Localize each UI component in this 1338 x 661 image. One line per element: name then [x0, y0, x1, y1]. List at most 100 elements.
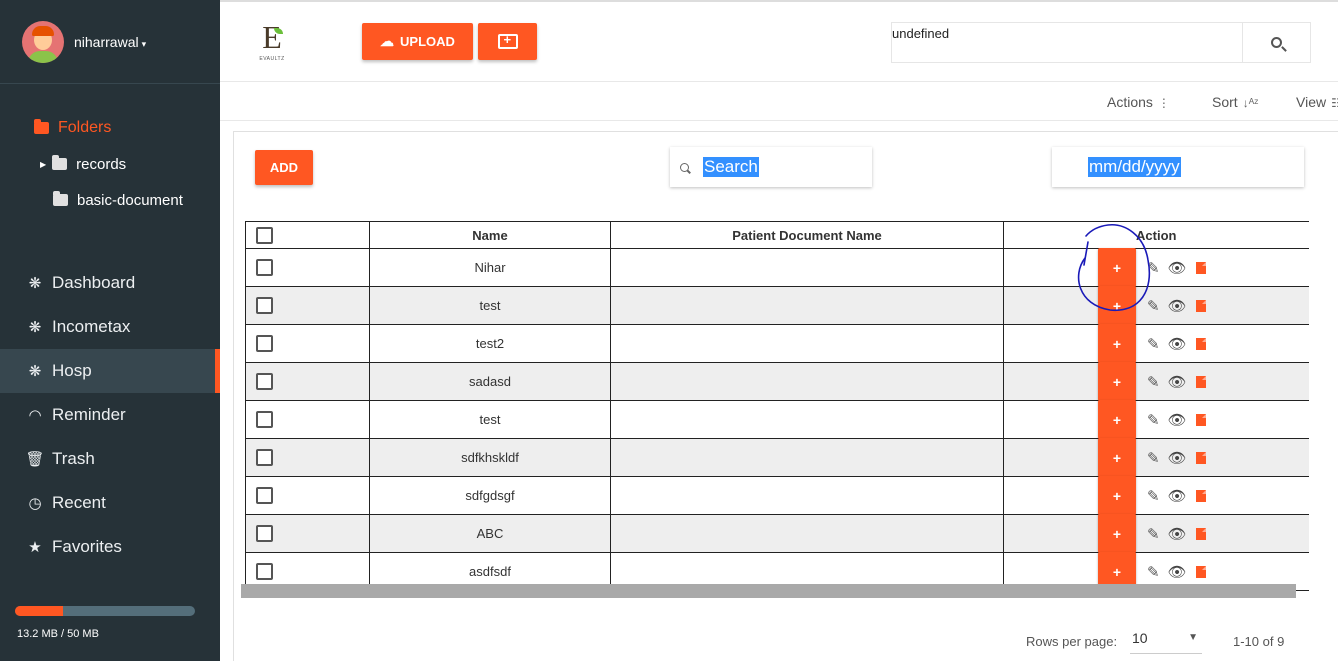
pdf-file-icon[interactable] [1195, 261, 1206, 274]
rows-per-page-select[interactable]: 10 ▼ [1130, 630, 1202, 654]
sidebar-item-hosp[interactable]: ❋ Hosp [0, 349, 220, 393]
edit-icon[interactable]: ✎ [1147, 259, 1160, 277]
pdf-file-icon[interactable] [1195, 337, 1206, 350]
upload-button[interactable]: ☁ UPLOAD [362, 23, 473, 60]
column-header-patient-document-name[interactable]: Patient Document Name [610, 221, 1004, 249]
sidebar-item-dashboard[interactable]: ❋ Dashboard [0, 261, 220, 305]
folder-icon [53, 191, 68, 206]
pdf-file-icon[interactable] [1195, 565, 1206, 578]
action-cell: + ✎ 👁 [1003, 514, 1309, 553]
view-icon[interactable]: 👁 [1168, 525, 1187, 543]
sidebar-item-recent[interactable]: ◷ Recent [0, 481, 220, 525]
view-icon[interactable]: 👁 [1168, 487, 1187, 505]
edit-icon[interactable]: ✎ [1147, 335, 1160, 353]
pdf-file-icon[interactable] [1195, 299, 1206, 312]
name-cell: test [369, 286, 611, 325]
table-search-field[interactable]: Search [670, 147, 872, 187]
storage-usage: 13.2 MB / 50 MB [15, 606, 195, 640]
pdf-file-icon[interactable] [1195, 489, 1206, 502]
row-select-cell [245, 362, 370, 401]
table-row[interactable]: test + ✎ 👁 [245, 400, 1309, 439]
row-checkbox[interactable] [256, 297, 273, 315]
action-cell: + ✎ 👁 [1003, 438, 1309, 477]
edit-icon[interactable]: ✎ [1147, 373, 1160, 391]
name-cell: sdfkhskldf [369, 438, 611, 477]
name-cell: ABC [369, 514, 611, 553]
add-document-button[interactable]: + [1098, 514, 1136, 553]
edit-icon[interactable]: ✎ [1147, 297, 1160, 315]
patient-document-name-cell [610, 286, 1004, 325]
row-checkbox[interactable] [256, 449, 273, 467]
search-button[interactable] [1242, 23, 1310, 62]
horizontal-scrollbar[interactable] [241, 584, 1296, 598]
folder-icon [34, 119, 49, 134]
table-row[interactable]: test2 + ✎ 👁 [245, 324, 1309, 363]
sidebar-item-reminder[interactable]: ◠ Reminder [0, 393, 220, 437]
row-checkbox[interactable] [256, 335, 273, 353]
view-icon[interactable]: 👁 [1168, 335, 1187, 353]
table-row[interactable]: sdfgdsgf + ✎ 👁 [245, 476, 1309, 515]
add-button[interactable]: ADD [255, 150, 313, 185]
add-document-button[interactable]: + [1098, 362, 1136, 401]
table-row[interactable]: Nihar + ✎ 👁 [245, 248, 1309, 287]
row-checkbox[interactable] [256, 525, 273, 543]
row-checkbox[interactable] [256, 259, 273, 277]
sidebar-item-trash[interactable]: 🗑 Trash [0, 437, 220, 481]
storage-bar-fill [15, 606, 63, 616]
view-menu[interactable]: View ☷ [1296, 94, 1338, 110]
expand-arrow-icon[interactable]: ▶ [40, 160, 46, 169]
folders-root[interactable]: Folders [0, 110, 220, 146]
view-icon[interactable]: 👁 [1168, 449, 1187, 467]
storage-bar [15, 606, 195, 616]
sidebar-item-incometax[interactable]: ❋ Incometax [0, 305, 220, 349]
row-checkbox[interactable] [256, 487, 273, 505]
table-row[interactable]: sadasd + ✎ 👁 [245, 362, 1309, 401]
actions-menu[interactable]: Actions ⋮ [1107, 94, 1170, 110]
add-document-button[interactable]: + [1098, 400, 1136, 439]
avatar [22, 20, 64, 63]
table-row[interactable]: ABC + ✎ 👁 [245, 514, 1309, 553]
sort-menu[interactable]: Sort ↓ᴬᶻ [1212, 94, 1258, 110]
file-toolbar: Actions ⋮ Sort ↓ᴬᶻ View ☷ [220, 83, 1338, 121]
edit-icon[interactable]: ✎ [1147, 487, 1160, 505]
sidebar-item-favorites[interactable]: ★ Favorites [0, 525, 220, 569]
folder-item-records[interactable]: ▶ records [0, 146, 220, 182]
column-header-name[interactable]: Name [369, 221, 611, 249]
user-menu[interactable]: niharrawal ▾ [0, 0, 220, 84]
date-filter-field[interactable]: mm/dd/yyyy [1052, 147, 1304, 187]
username[interactable]: niharrawal ▾ [74, 34, 146, 50]
table-row[interactable]: test + ✎ 👁 [245, 286, 1309, 325]
view-icon[interactable]: 👁 [1168, 297, 1187, 315]
add-document-button[interactable]: + [1098, 248, 1136, 287]
add-document-button[interactable]: + [1098, 476, 1136, 515]
action-cell: + ✎ 👁 [1003, 248, 1309, 287]
row-checkbox[interactable] [256, 373, 273, 391]
add-document-button[interactable]: + [1098, 324, 1136, 363]
view-icon[interactable]: 👁 [1168, 411, 1187, 429]
evaultz-logo[interactable]: E EVAULTZ [254, 21, 290, 64]
view-icon[interactable]: 👁 [1168, 563, 1187, 581]
search-input[interactable]: undefined [892, 26, 949, 41]
view-icon[interactable]: 👁 [1168, 259, 1187, 277]
add-document-button[interactable]: + [1098, 438, 1136, 477]
pdf-file-icon[interactable] [1195, 527, 1206, 540]
edit-icon[interactable]: ✎ [1147, 411, 1160, 429]
column-header-action: Action [1003, 221, 1309, 249]
sidebar: niharrawal ▾ Folders ▶ records basic-docu… [0, 0, 220, 661]
view-icon[interactable]: 👁 [1168, 373, 1187, 391]
pdf-file-icon[interactable] [1195, 413, 1206, 426]
folder-icon [52, 155, 68, 170]
row-checkbox[interactable] [256, 411, 273, 429]
new-folder-button[interactable] [478, 23, 537, 60]
select-all-checkbox[interactable] [256, 226, 273, 244]
edit-icon[interactable]: ✎ [1147, 525, 1160, 543]
row-checkbox[interactable] [256, 563, 273, 581]
pdf-file-icon[interactable] [1195, 375, 1206, 388]
add-document-button[interactable]: + [1098, 286, 1136, 325]
edit-icon[interactable]: ✎ [1147, 563, 1160, 581]
storage-text: 13.2 MB / 50 MB [17, 628, 99, 640]
table-row[interactable]: sdfkhskldf + ✎ 👁 [245, 438, 1309, 477]
edit-icon[interactable]: ✎ [1147, 449, 1160, 467]
folder-item-basic-document[interactable]: basic-document [0, 182, 220, 218]
pdf-file-icon[interactable] [1195, 451, 1206, 464]
